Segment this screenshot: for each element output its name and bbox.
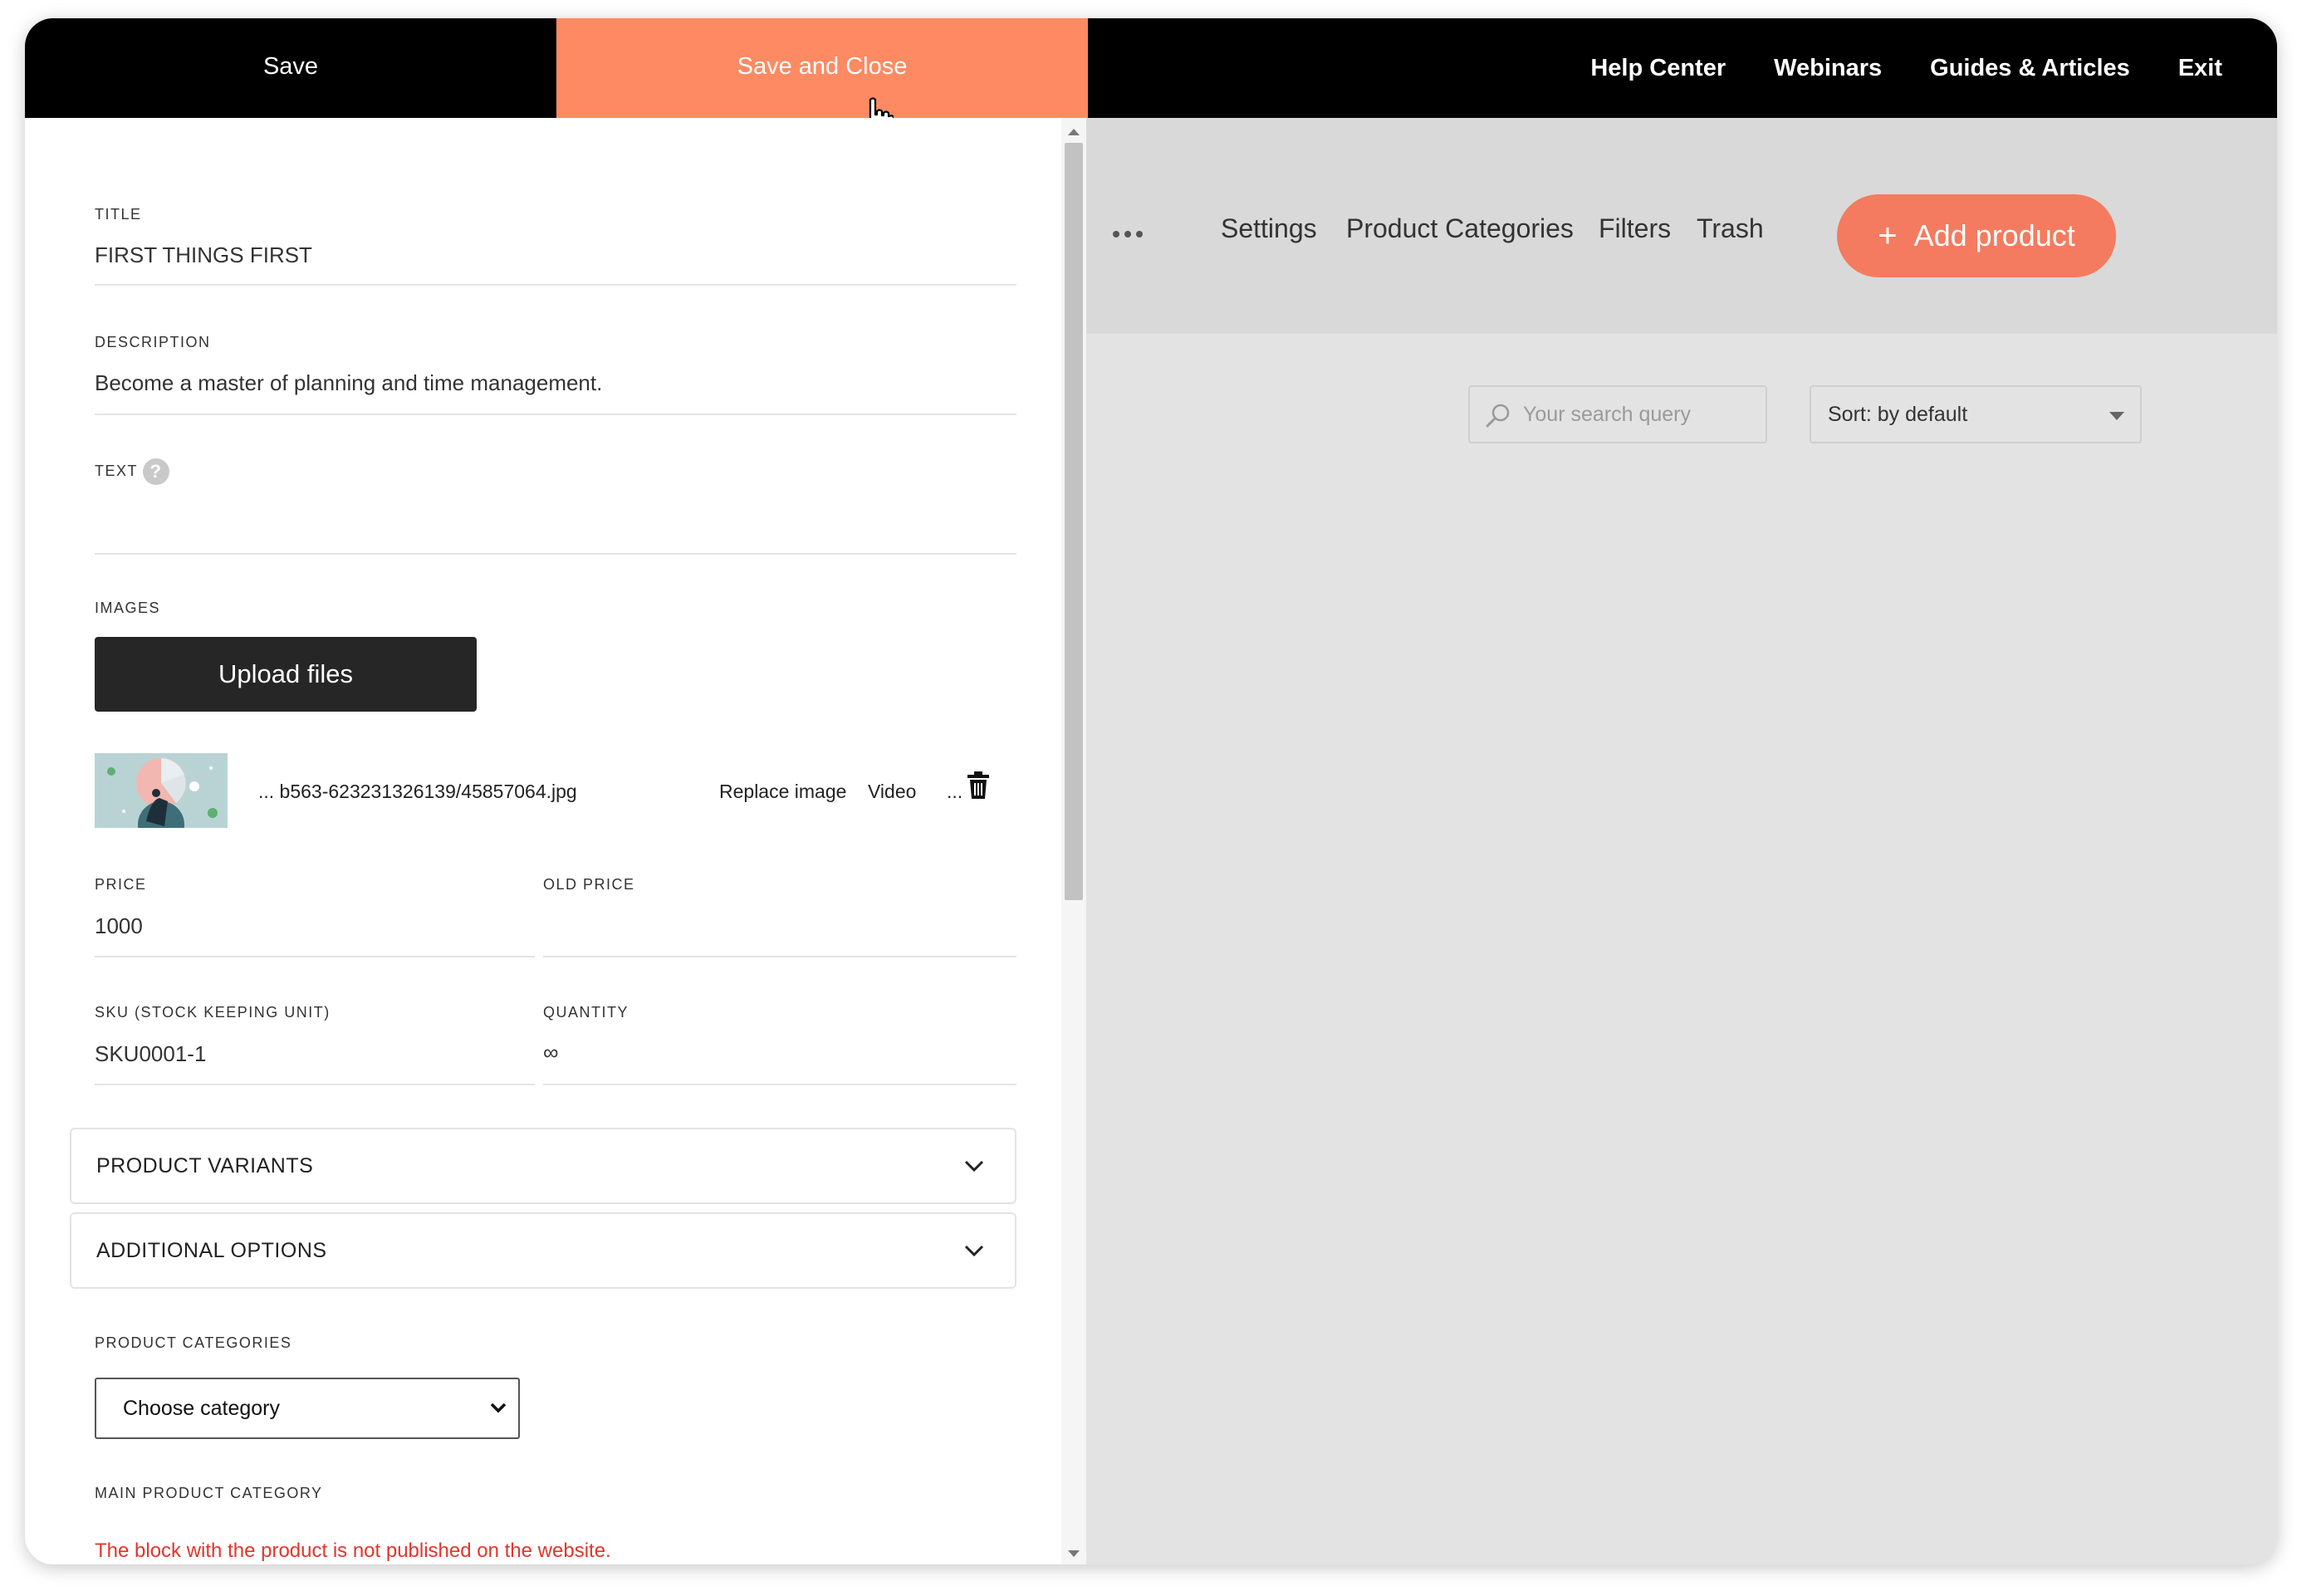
video-button[interactable]: Video xyxy=(868,781,916,803)
sku-underline xyxy=(95,1084,535,1085)
chevron-down-icon xyxy=(964,1245,984,1257)
additional-options-accordion[interactable]: ADDITIONAL OPTIONS xyxy=(70,1212,1016,1289)
dropdown-arrow-icon xyxy=(2109,412,2124,420)
chevron-down-icon xyxy=(490,1403,507,1413)
title-underline xyxy=(95,284,1016,286)
product-image-thumbnail[interactable] xyxy=(95,753,228,828)
additional-options-label: ADDITIONAL OPTIONS xyxy=(96,1239,327,1262)
save-and-close-button[interactable]: Save and Close xyxy=(556,18,1088,118)
description-label: DESCRIPTION xyxy=(95,334,211,350)
more-options-button[interactable]: ... xyxy=(947,781,962,803)
guides-articles-link[interactable]: Guides & Articles xyxy=(1930,55,2130,82)
replace-image-button[interactable]: Replace image xyxy=(719,781,846,803)
search-placeholder: Your search query xyxy=(1523,402,1691,426)
text-underline[interactable] xyxy=(95,553,1016,555)
exit-link[interactable]: Exit xyxy=(2178,55,2222,82)
category-select-value: Choose category xyxy=(123,1396,281,1420)
sort-select-value: Sort: by default xyxy=(1828,402,1968,426)
category-select[interactable]: Choose category xyxy=(95,1378,520,1439)
editor-scrollbar-thumb[interactable] xyxy=(1065,143,1083,900)
sort-select[interactable]: Sort: by default xyxy=(1810,385,2142,443)
price-underline xyxy=(95,956,535,957)
product-variants-accordion[interactable]: PRODUCT VARIANTS xyxy=(70,1128,1016,1204)
unpublished-warning: The block with the product is not publis… xyxy=(95,1540,611,1562)
top-bar: Save Save and Close Help Center Webinars… xyxy=(25,18,2277,142)
trash-icon[interactable] xyxy=(966,771,991,800)
add-product-label: Add product xyxy=(1913,218,2075,252)
top-nav: Help Center Webinars Guides & Articles E… xyxy=(1590,18,2222,118)
main-category-label: MAIN PRODUCT CATEGORY xyxy=(95,1485,323,1501)
help-center-link[interactable]: Help Center xyxy=(1590,55,1726,82)
description-underline xyxy=(95,414,1016,415)
sku-label: SKU (STOCK KEEPING UNIT) xyxy=(95,1004,331,1021)
old-price-label: OLD PRICE xyxy=(543,876,635,893)
sku-input[interactable]: SKU0001-1 xyxy=(95,1041,206,1067)
chevron-down-icon xyxy=(964,1160,984,1173)
upload-files-button[interactable]: Upload files xyxy=(95,637,477,712)
store-panel: Settings Product Categories Filters Tras… xyxy=(1086,118,2277,1564)
trash-link[interactable]: Trash xyxy=(1697,213,1764,244)
scroll-up-arrow-icon[interactable] xyxy=(1066,126,1081,138)
quantity-label: QUANTITY xyxy=(543,1004,629,1021)
store-header: Settings Product Categories Filters Tras… xyxy=(1086,118,2277,334)
description-input[interactable]: Become a master of planning and time man… xyxy=(95,370,602,396)
webinars-link[interactable]: Webinars xyxy=(1774,55,1882,82)
quantity-underline xyxy=(543,1084,1016,1085)
product-categories-label: PRODUCT CATEGORIES xyxy=(95,1334,292,1351)
filters-link[interactable]: Filters xyxy=(1599,213,1671,244)
product-variants-label: PRODUCT VARIANTS xyxy=(96,1154,314,1177)
product-editor-panel: TITLE FIRST THINGS FIRST DESCRIPTION Bec… xyxy=(25,118,1086,1564)
quantity-input[interactable]: ∞ xyxy=(543,1040,559,1065)
price-label: PRICE xyxy=(95,876,147,893)
add-product-button[interactable]: + Add product xyxy=(1837,194,2116,277)
plus-icon: + xyxy=(1878,217,1898,254)
help-icon[interactable]: ? xyxy=(143,458,170,485)
title-input[interactable]: FIRST THINGS FIRST xyxy=(95,242,312,268)
text-label-text: TEXT xyxy=(95,462,139,479)
title-label: TITLE xyxy=(95,206,142,223)
image-filename: ... b563-623231326139/45857064.jpg xyxy=(258,781,577,802)
text-label: TEXT? xyxy=(95,458,170,485)
search-input[interactable]: Your search query xyxy=(1468,385,1767,443)
scroll-down-arrow-icon[interactable] xyxy=(1066,1548,1081,1559)
images-label: IMAGES xyxy=(95,600,161,616)
save-button[interactable]: Save xyxy=(25,18,556,118)
old-price-underline xyxy=(543,956,1016,957)
more-dots-icon[interactable] xyxy=(1111,229,1144,239)
settings-link[interactable]: Settings xyxy=(1221,213,1317,244)
product-categories-link[interactable]: Product Categories xyxy=(1346,213,1574,244)
price-input[interactable]: 1000 xyxy=(95,913,143,939)
search-icon xyxy=(1486,404,1510,428)
app-window: Save Save and Close Help Center Webinars… xyxy=(25,18,2277,1564)
